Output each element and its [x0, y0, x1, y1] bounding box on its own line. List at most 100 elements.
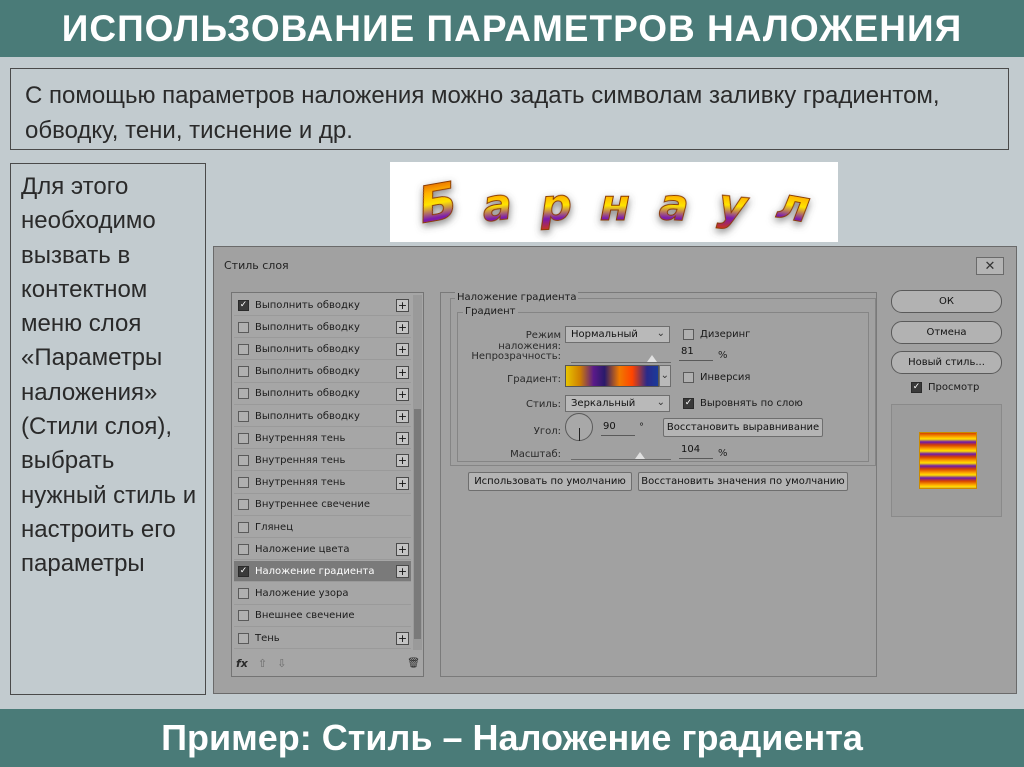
scale-label: Масштаб:: [510, 449, 561, 460]
style-item-label: Наложение узора: [255, 588, 349, 600]
style-list-item[interactable]: ✓ Выполнить обводку +: [234, 295, 411, 316]
style-item-label: Наложение градиента: [255, 565, 375, 577]
style-list-item[interactable]: Тень +: [234, 628, 411, 649]
reset-alignment-button[interactable]: Восстановить выравнивание: [663, 418, 823, 437]
style-list-item[interactable]: Внутренняя тень +: [234, 473, 411, 494]
style-checkbox[interactable]: [238, 432, 249, 444]
gradient-overlay-panel: Наложение градиента Градиент Режим налож…: [440, 292, 877, 677]
style-list-item[interactable]: Выполнить обводку +: [234, 384, 411, 405]
style-list-item[interactable]: Выполнить обводку +: [234, 406, 411, 427]
style-checkbox[interactable]: [238, 499, 249, 511]
style-checkbox[interactable]: [238, 321, 249, 333]
style-checkbox[interactable]: [238, 343, 249, 355]
logo-letter: Б: [414, 171, 462, 235]
gradient-swatch[interactable]: [565, 365, 659, 387]
move-down-icon[interactable]: ⇩: [277, 657, 286, 670]
style-checkbox[interactable]: [238, 477, 249, 489]
move-up-icon[interactable]: ⇧: [258, 657, 267, 670]
style-item-label: Выполнить обводку: [255, 343, 360, 355]
blend-mode-label: Режим наложения:: [498, 330, 561, 352]
angle-dial[interactable]: [565, 413, 593, 441]
opacity-unit: %: [718, 350, 728, 361]
style-checkbox[interactable]: ✓: [238, 565, 249, 577]
styles-scrollbar[interactable]: [413, 295, 422, 650]
ok-button[interactable]: ОК: [891, 290, 1002, 313]
chevron-down-icon: ⌄: [656, 397, 665, 408]
scale-slider[interactable]: [571, 452, 671, 460]
scrollbar-thumb[interactable]: [414, 409, 421, 639]
style-checkbox[interactable]: [238, 454, 249, 466]
add-style-instance-icon[interactable]: +: [396, 454, 409, 468]
add-style-instance-icon[interactable]: +: [396, 299, 409, 312]
add-style-instance-icon[interactable]: +: [396, 632, 409, 645]
dialog-title: Стиль слоя: [224, 259, 289, 272]
scale-slider-knob[interactable]: [635, 452, 645, 459]
reset-to-default-button[interactable]: Восстановить значения по умолчанию: [638, 472, 848, 491]
style-checkbox[interactable]: [238, 632, 249, 644]
preview-checkbox[interactable]: ✓ Просмотр: [907, 382, 979, 393]
scale-input[interactable]: 104: [679, 444, 713, 459]
sidebar-text: Для этого необходимо вызвать в контектно…: [10, 163, 206, 695]
add-style-instance-icon[interactable]: +: [396, 565, 409, 579]
style-item-label: Выполнить обводку: [255, 388, 360, 400]
add-style-instance-icon[interactable]: +: [396, 432, 409, 446]
style-item-label: Выполнить обводку: [255, 410, 360, 422]
opacity-input[interactable]: 81: [679, 346, 713, 361]
dither-checkbox[interactable]: Дизеринг: [679, 329, 750, 340]
add-style-instance-icon[interactable]: +: [396, 365, 409, 379]
style-item-label: Внутреннее свечение: [255, 499, 370, 511]
style-list-item[interactable]: Выполнить обводку +: [234, 317, 411, 339]
style-checkbox[interactable]: [238, 543, 249, 555]
gradient-label: Градиент:: [507, 374, 561, 385]
style-item-label: Наложение цвета: [255, 543, 350, 555]
new-style-button[interactable]: Новый стиль...: [891, 351, 1002, 374]
gradient-picker-toggle[interactable]: ⌄: [659, 365, 671, 387]
cancel-button[interactable]: Отмена: [891, 321, 1002, 344]
style-checkbox[interactable]: [238, 588, 249, 600]
add-style-instance-icon[interactable]: +: [396, 476, 409, 490]
blend-mode-select[interactable]: Нормальный ⌄: [565, 326, 670, 343]
style-checkbox[interactable]: [238, 410, 249, 422]
style-list-item[interactable]: Внешнее свечение: [234, 606, 411, 627]
style-list-item[interactable]: Глянец: [234, 517, 411, 538]
style-item-label: Выполнить обводку: [255, 366, 360, 378]
style-item-label: Внешнее свечение: [255, 610, 355, 622]
style-list-item[interactable]: Выполнить обводку +: [234, 362, 411, 383]
add-style-instance-icon[interactable]: +: [396, 410, 409, 423]
style-list-item[interactable]: Наложение узора: [234, 584, 411, 605]
style-preview: [891, 404, 1002, 517]
trash-icon[interactable]: 🗑: [407, 658, 420, 669]
style-checkbox[interactable]: [238, 366, 249, 378]
logo-letter: л: [773, 178, 814, 234]
style-list-item[interactable]: Внутреннее свечение: [234, 495, 411, 516]
style-checkbox[interactable]: [238, 521, 249, 533]
slide-title: ИСПОЛЬЗОВАНИЕ ПАРАМЕТРОВ НАЛОЖЕНИЯ: [0, 0, 1024, 57]
close-icon[interactable]: ✕: [976, 257, 1004, 275]
fx-icon[interactable]: fx: [236, 657, 248, 670]
style-list-item[interactable]: Внутренняя тень +: [234, 428, 411, 450]
style-checkbox[interactable]: [238, 388, 249, 400]
style-list-item[interactable]: ✓ Наложение градиента +: [234, 561, 411, 583]
style-checkbox[interactable]: ✓: [238, 299, 249, 311]
make-default-button[interactable]: Использовать по умолчанию: [468, 472, 632, 491]
style-list-item[interactable]: Наложение цвета +: [234, 539, 411, 561]
opacity-slider-knob[interactable]: [647, 355, 657, 362]
example-caption: Пример: Стиль – Наложение градиента: [0, 709, 1024, 767]
style-item-label: Внутренняя тень: [255, 454, 346, 466]
add-style-instance-icon[interactable]: +: [396, 387, 409, 401]
logo-letter: н: [600, 180, 630, 231]
add-style-instance-icon[interactable]: +: [396, 343, 409, 357]
add-style-instance-icon[interactable]: +: [396, 543, 409, 557]
style-checkbox[interactable]: [238, 610, 249, 622]
chevron-down-icon: ⌄: [656, 328, 665, 339]
angle-input[interactable]: 90: [601, 421, 635, 436]
gradient-style-select[interactable]: Зеркальный ⌄: [565, 395, 670, 412]
opacity-slider[interactable]: [571, 355, 671, 363]
add-style-instance-icon[interactable]: +: [396, 321, 409, 335]
styles-list: fx ⇧ ⇩ 🗑 ✓ Выполнить обводку + Выполнить об…: [231, 292, 424, 677]
align-with-layer-checkbox[interactable]: ✓ Выровнять по слою: [679, 398, 803, 409]
style-list-item[interactable]: Внутренняя тень +: [234, 450, 411, 472]
style-list-item[interactable]: Выполнить обводку +: [234, 339, 411, 361]
reverse-checkbox[interactable]: Инверсия: [679, 372, 750, 383]
logo-letter: у: [716, 179, 752, 233]
